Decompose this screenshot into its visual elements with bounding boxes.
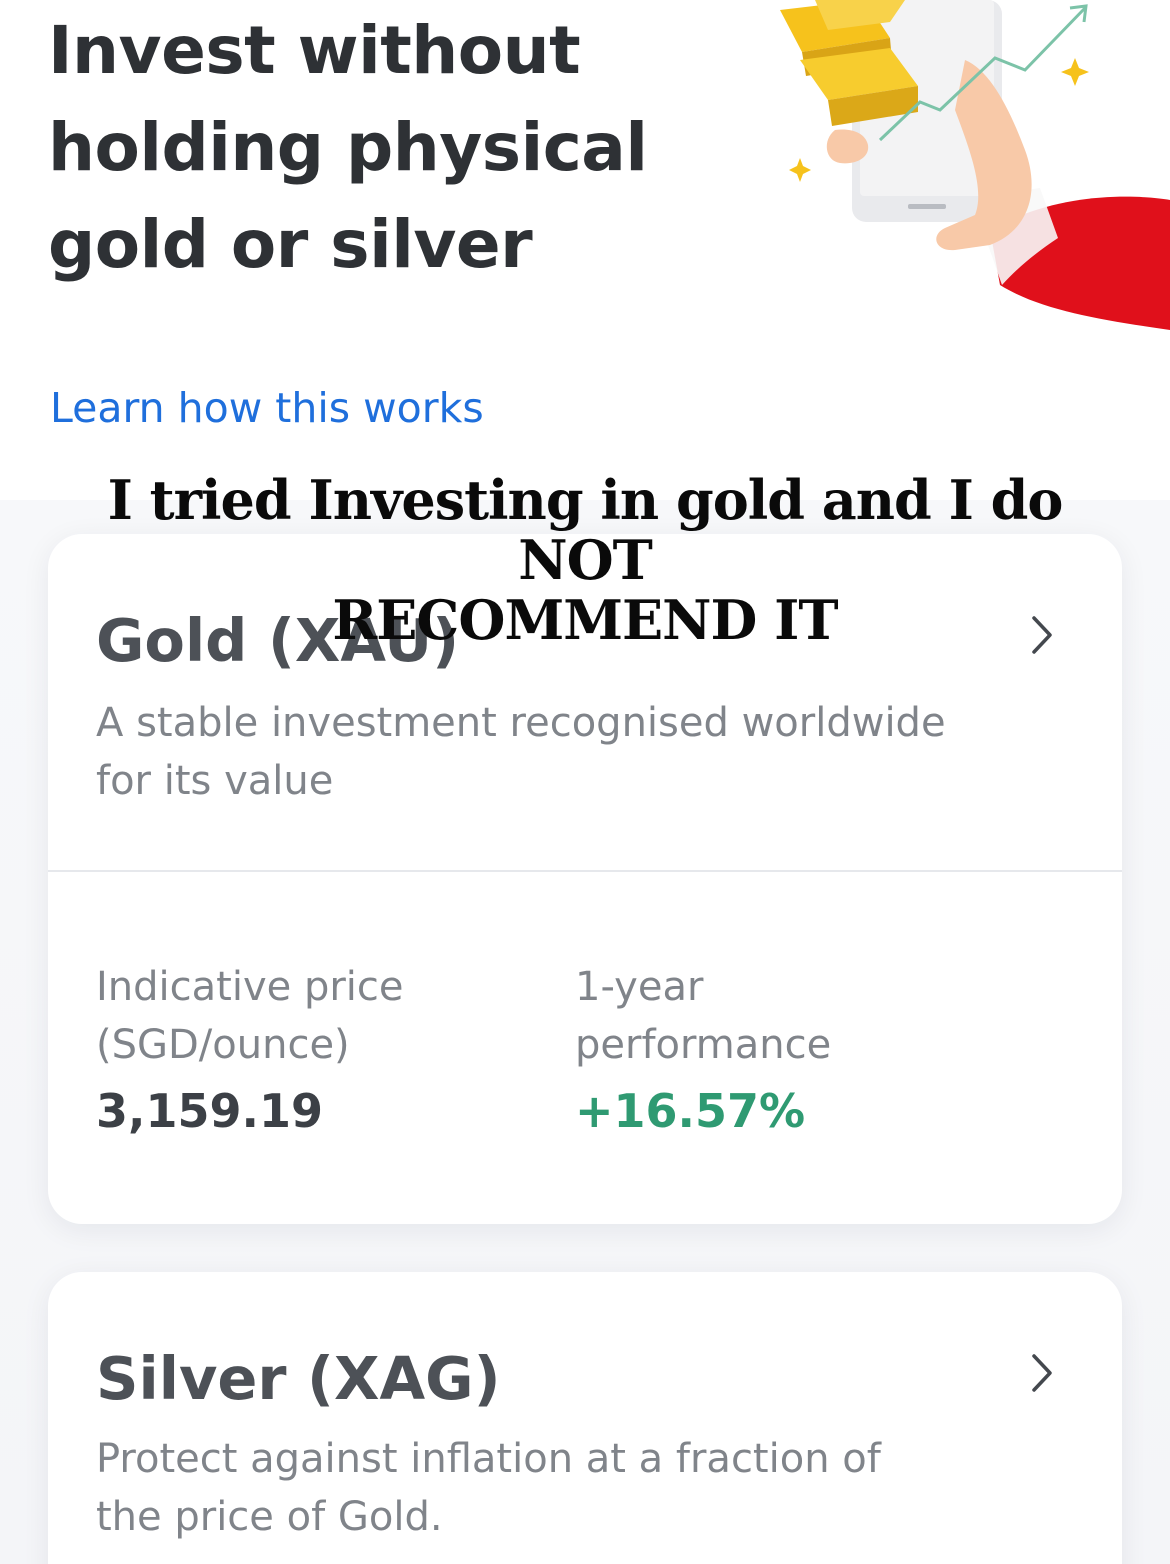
card-divider <box>48 870 1122 872</box>
gold-description: A stable investment recognised worldwide… <box>96 700 946 804</box>
price-label: Indicative price (SGD/ounce) <box>96 964 404 1068</box>
performance-value: +16.57% <box>575 1084 806 1138</box>
chevron-right-icon[interactable] <box>1028 1352 1056 1394</box>
indicative-price-stat: Indicative price (SGD/ounce) 3,159.19 <box>96 958 516 1138</box>
hero-title-line3: gold or silver <box>48 206 533 283</box>
silver-product-card[interactable]: Silver (XAG) Protect against inflation a… <box>48 1272 1122 1564</box>
silver-description: Protect against inflation at a fraction … <box>96 1436 881 1540</box>
performance-label: 1-year performance <box>575 964 832 1068</box>
phone-chart-illustration <box>780 0 1170 330</box>
caption-line1: I tried Investing in gold and I do NOT <box>107 468 1064 592</box>
performance-stat: 1-year performance +16.57% <box>575 958 995 1138</box>
silver-title: Silver (XAG) <box>96 1344 501 1413</box>
learn-how-link[interactable]: Learn how this works <box>50 384 484 432</box>
hero-title-line2: holding physical <box>48 109 648 186</box>
price-value: 3,159.19 <box>96 1084 323 1138</box>
hero-title: Invest without holding physical gold or … <box>48 2 728 293</box>
caption-line2: RECOMMEND IT <box>332 588 838 652</box>
caption-overlay: I tried Investing in gold and I do NOT R… <box>60 470 1110 650</box>
hero-title-line1: Invest without <box>48 12 581 89</box>
